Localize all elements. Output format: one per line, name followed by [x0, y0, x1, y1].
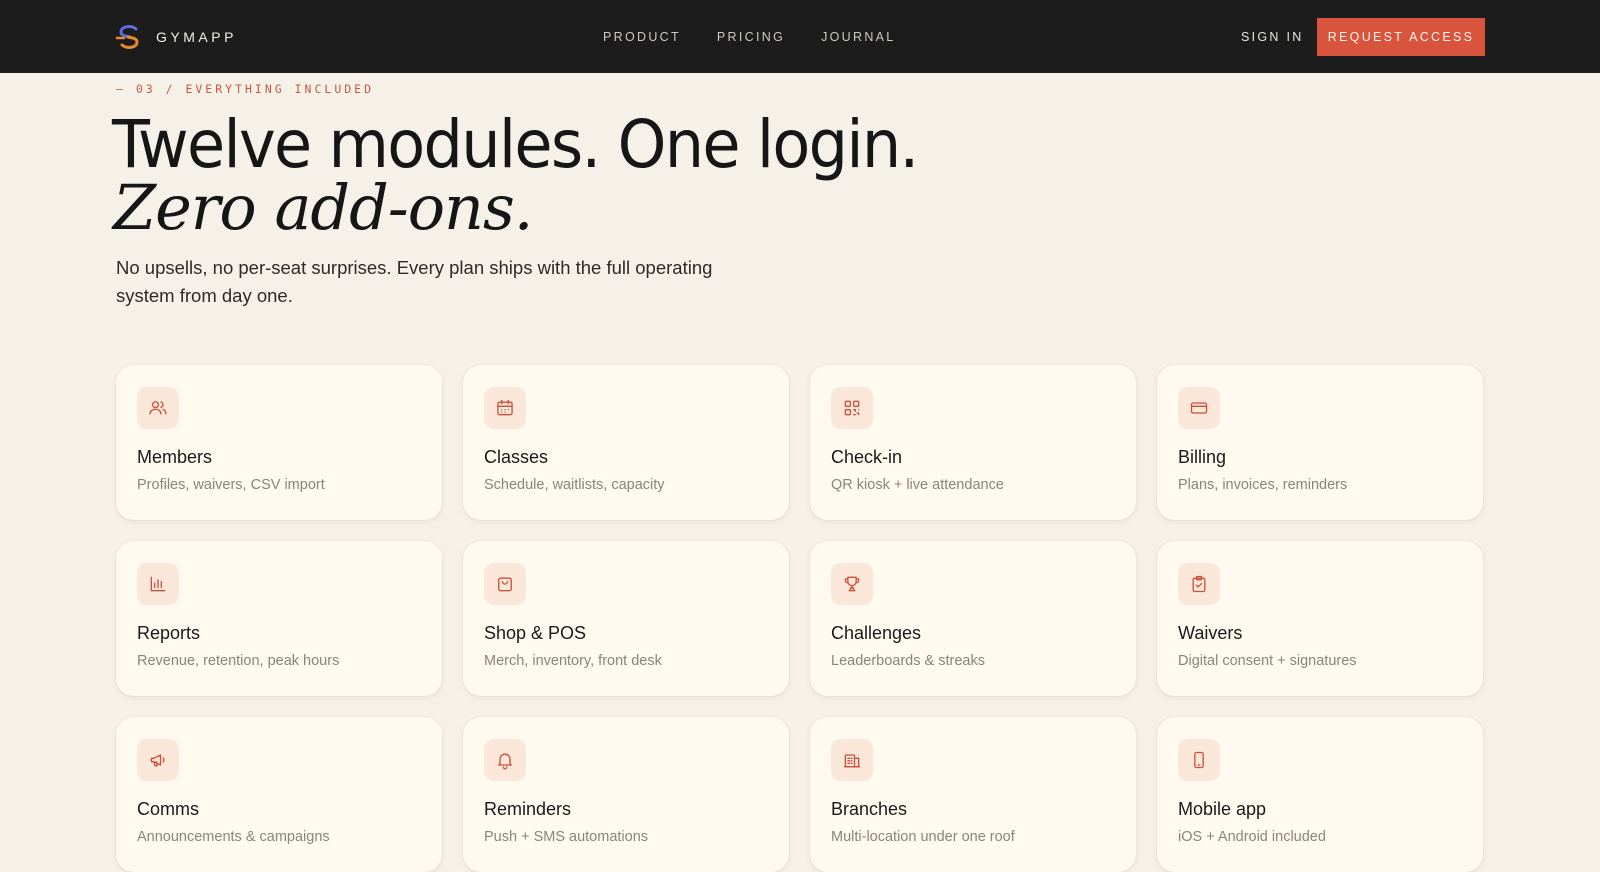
module-title: Branches	[831, 799, 908, 819]
bell-icon	[484, 739, 526, 781]
module-description: QR kiosk + live attendance	[831, 477, 1004, 493]
module-title: Mobile app	[1178, 799, 1267, 819]
nav-link-journal[interactable]: JOURNAL	[821, 29, 895, 45]
module-title: Classes	[484, 447, 549, 467]
module-card-shop-pos[interactable]: Shop & POS Merch, inventory, front desk	[463, 541, 789, 696]
module-description: Merch, inventory, front desk	[484, 653, 662, 669]
module-description: Multi-location under one roof	[831, 829, 1015, 845]
brand-name: GYMAPP	[156, 29, 237, 45]
modules-grid: Members Profiles, waivers, CSV import Cl…	[116, 365, 1483, 872]
qr-code-icon	[831, 387, 873, 429]
module-card-mobile-app[interactable]: Mobile app iOS + Android included	[1157, 717, 1483, 872]
gymapp-logo-icon	[115, 25, 139, 49]
module-description: Revenue, retention, peak hours	[137, 653, 340, 669]
module-title: Check-in	[831, 447, 903, 467]
shopping-bag-icon	[484, 563, 526, 605]
module-card-members[interactable]: Members Profiles, waivers, CSV import	[116, 365, 442, 520]
hero-title-italic: Zero add-ons.	[113, 171, 534, 244]
module-title: Members	[137, 447, 213, 467]
sign-in-link[interactable]: SIGN IN	[1241, 29, 1304, 45]
module-card-comms[interactable]: Comms Announcements & campaigns	[116, 717, 442, 872]
section-eyebrow: — 03 / EVERYTHING INCLUDED	[116, 82, 375, 96]
brand-logo[interactable]: GYMAPP	[114, 22, 237, 52]
request-access-button[interactable]: REQUEST ACCESS	[1317, 18, 1485, 56]
module-card-billing[interactable]: Billing Plans, invoices, reminders	[1157, 365, 1483, 520]
users-icon	[137, 387, 179, 429]
smartphone-icon	[1178, 739, 1220, 781]
calendar-icon	[484, 387, 526, 429]
module-title: Reminders	[484, 799, 572, 819]
module-title: Challenges	[831, 623, 922, 643]
hero-lede: No upsells, no per-seat surprises. Every…	[116, 257, 713, 306]
module-card-reminders[interactable]: Reminders Push + SMS automations	[463, 717, 789, 872]
module-title: Shop & POS	[484, 623, 587, 643]
trophy-icon	[831, 563, 873, 605]
module-title: Waivers	[1178, 623, 1243, 643]
megaphone-icon	[137, 739, 179, 781]
module-description: Plans, invoices, reminders	[1178, 477, 1348, 493]
module-title: Comms	[137, 799, 199, 819]
module-title: Billing	[1178, 447, 1227, 467]
module-description: Schedule, waitlists, capacity	[484, 477, 665, 493]
building-icon	[831, 739, 873, 781]
module-description: Announcements & campaigns	[137, 829, 330, 845]
module-description: iOS + Android included	[1178, 829, 1326, 845]
main-nav: PRODUCT PRICING JOURNAL	[603, 29, 932, 45]
top-navigation-bar: GYMAPP PRODUCT PRICING JOURNAL SIGN IN R…	[0, 0, 1600, 73]
module-title: Reports	[137, 623, 201, 643]
module-card-waivers[interactable]: Waivers Digital consent + signatures	[1157, 541, 1483, 696]
module-card-branches[interactable]: Branches Multi-location under one roof	[810, 717, 1136, 872]
module-card-classes[interactable]: Classes Schedule, waitlists, capacity	[463, 365, 789, 520]
clipboard-check-icon	[1178, 563, 1220, 605]
module-description: Leaderboards & streaks	[831, 653, 985, 669]
module-description: Push + SMS automations	[484, 829, 649, 845]
bar-chart-icon	[137, 563, 179, 605]
module-description: Digital consent + signatures	[1178, 653, 1357, 669]
credit-card-icon	[1178, 387, 1220, 429]
module-card-challenges[interactable]: Challenges Leaderboards & streaks	[810, 541, 1136, 696]
nav-link-product[interactable]: PRODUCT	[603, 29, 681, 45]
module-description: Profiles, waivers, CSV import	[137, 477, 325, 493]
module-card-check-in[interactable]: Check-in QR kiosk + live attendance	[810, 365, 1136, 520]
nav-link-pricing[interactable]: PRICING	[717, 29, 785, 45]
module-card-reports[interactable]: Reports Revenue, retention, peak hours	[116, 541, 442, 696]
